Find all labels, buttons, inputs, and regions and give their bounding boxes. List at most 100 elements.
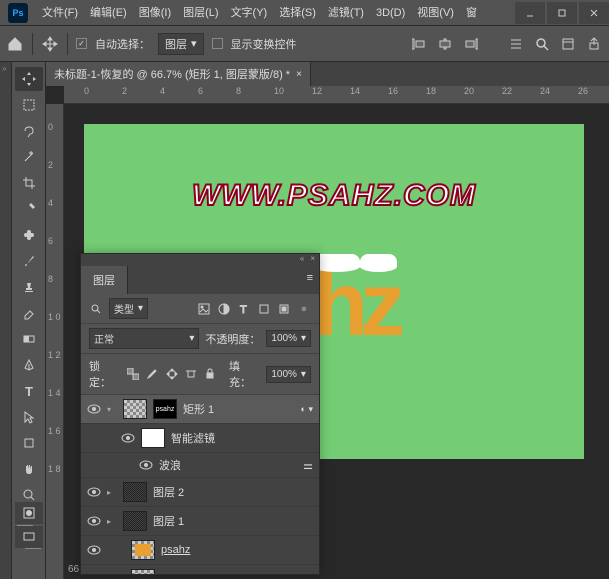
svg-text:T: T — [25, 384, 33, 398]
layer-item[interactable]: ▾ psahz 矩形 1 ◐ ▾ — [81, 395, 319, 424]
close-panel-icon[interactable]: × — [310, 254, 315, 266]
maximize-button[interactable] — [547, 2, 577, 24]
layer-item[interactable]: psahz — [81, 536, 319, 565]
lock-paint-icon[interactable] — [146, 367, 159, 381]
layer-name: 图层 — [161, 571, 183, 574]
expand-icon[interactable]: ▸ — [107, 488, 117, 497]
expand-icon[interactable]: ▾ — [107, 405, 117, 414]
menu-text[interactable]: 文字(Y) — [225, 0, 274, 26]
align-left-icon[interactable] — [410, 35, 428, 53]
menu-file[interactable]: 文件(F) — [36, 0, 84, 26]
screen-mode-button[interactable] — [15, 526, 43, 548]
layers-tab[interactable]: 图层 — [81, 266, 128, 294]
filter-mask-thumbnail — [141, 428, 165, 448]
shape-tool[interactable] — [15, 431, 43, 455]
menu-image[interactable]: 图像(I) — [133, 0, 177, 26]
filter-type-dropdown[interactable]: 类型▾ — [109, 298, 148, 319]
opacity-input[interactable]: 100%▾ — [266, 330, 311, 347]
lock-artboard-icon[interactable] — [184, 367, 197, 381]
path-select-tool[interactable] — [15, 405, 43, 429]
menu-layer[interactable]: 图层(L) — [177, 0, 224, 26]
blend-mode-dropdown[interactable]: 正常▾ — [89, 328, 199, 349]
layer-thumbnail — [123, 482, 147, 502]
auto-select-target[interactable]: 图层▾ — [158, 33, 204, 55]
layer-item[interactable]: ▸ 图层 2 — [81, 478, 319, 507]
close-tab-icon[interactable]: × — [296, 69, 302, 80]
move-mode-icon[interactable] — [41, 35, 59, 53]
filter-name: 波浪 — [159, 457, 181, 473]
filter-adjust-icon[interactable] — [217, 302, 231, 316]
brush-tool[interactable] — [15, 249, 43, 273]
type-tool[interactable]: T — [15, 379, 43, 403]
share-icon[interactable] — [585, 35, 603, 53]
lasso-tool[interactable] — [15, 119, 43, 143]
layers-panel: « × 图层 ≡ 类型▾ T ● 正常▾ 不透明度： 100%▾ 锁定： 填充：… — [80, 253, 320, 575]
menu-filter[interactable]: 滤镜(T) — [322, 0, 370, 26]
collapse-panel-icon[interactable]: « — [300, 254, 304, 266]
collapsed-panel-left[interactable]: » — [0, 62, 12, 579]
filter-smart-icon[interactable] — [277, 302, 291, 316]
menu-3d[interactable]: 3D(D) — [370, 0, 411, 26]
close-button[interactable] — [579, 2, 609, 24]
menu-edit[interactable]: 编辑(E) — [84, 0, 133, 26]
visibility-icon[interactable] — [139, 458, 153, 472]
marquee-tool[interactable] — [15, 93, 43, 117]
lock-position-icon[interactable] — [165, 367, 178, 381]
svg-text:T: T — [240, 304, 247, 315]
distribute-icon[interactable] — [507, 35, 525, 53]
layer-name: 矩形 1 — [183, 401, 214, 417]
show-transform-checkbox[interactable] — [212, 38, 223, 49]
align-hcenter-icon[interactable] — [436, 35, 454, 53]
pen-tool[interactable] — [15, 353, 43, 377]
visibility-icon[interactable] — [87, 543, 101, 557]
quick-mask-button[interactable] — [15, 502, 43, 524]
view-mode-icon[interactable] — [559, 35, 577, 53]
filter-text-icon[interactable]: T — [237, 302, 251, 316]
search-icon[interactable] — [533, 35, 551, 53]
menu-window[interactable]: 窗 — [460, 0, 483, 26]
layer-name: psahz — [161, 544, 190, 556]
document-tab[interactable]: 未标题-1-恢复的 @ 66.7% (矩形 1, 图层蒙版/8) * × — [46, 62, 311, 86]
main-menu: 文件(F) 编辑(E) 图像(I) 图层(L) 文字(Y) 选择(S) 滤镜(T… — [36, 0, 513, 26]
visibility-icon[interactable] — [121, 431, 135, 445]
stamp-tool[interactable] — [15, 275, 43, 299]
crop-tool[interactable] — [15, 171, 43, 195]
layer-item[interactable]: ▸ 图层 1 — [81, 507, 319, 536]
healing-tool[interactable] — [15, 223, 43, 247]
hand-tool[interactable] — [15, 457, 43, 481]
filter-toggle-icon[interactable]: ● — [297, 302, 311, 316]
search-icon — [89, 302, 103, 316]
layer-smartfilter-row[interactable]: 智能滤镜 — [81, 424, 319, 453]
filter-shape-icon[interactable] — [257, 302, 271, 316]
eraser-tool[interactable] — [15, 301, 43, 325]
menu-view[interactable]: 视图(V) — [411, 0, 460, 26]
document-tab-title: 未标题-1-恢复的 @ 66.7% (矩形 1, 图层蒙版/8) * — [54, 66, 290, 82]
panel-menu-icon[interactable]: ≡ — [301, 266, 319, 294]
wand-tool[interactable] — [15, 145, 43, 169]
move-tool[interactable] — [15, 67, 43, 91]
expand-icon[interactable]: ▸ — [107, 517, 117, 526]
visibility-icon[interactable] — [87, 485, 101, 499]
layer-thumbnail — [131, 540, 155, 560]
layer-name: 图层 2 — [153, 484, 184, 500]
fill-input[interactable]: 100%▾ — [266, 366, 311, 383]
filter-image-icon[interactable] — [197, 302, 211, 316]
gradient-tool[interactable] — [15, 327, 43, 351]
menu-select[interactable]: 选择(S) — [273, 0, 322, 26]
auto-select-checkbox[interactable] — [76, 38, 87, 49]
filter-settings-icon[interactable]: ⚌ — [303, 459, 313, 472]
minimize-button[interactable] — [515, 2, 545, 24]
align-right-icon[interactable] — [462, 35, 480, 53]
lock-all-icon[interactable] — [204, 367, 217, 381]
home-icon[interactable] — [6, 35, 24, 53]
visibility-icon[interactable] — [87, 514, 101, 528]
layer-filter-wave[interactable]: 波浪 ⚌ — [81, 453, 319, 478]
opacity-label: 不透明度： — [205, 331, 260, 347]
auto-select-label: 自动选择： — [95, 36, 150, 52]
lock-transparency-icon[interactable] — [126, 367, 139, 381]
visibility-icon[interactable] — [87, 572, 101, 574]
visibility-icon[interactable] — [87, 402, 101, 416]
layer-item[interactable]: 图层 — [81, 565, 319, 574]
eyedropper-tool[interactable] — [15, 197, 43, 221]
layer-thumbnail — [123, 511, 147, 531]
